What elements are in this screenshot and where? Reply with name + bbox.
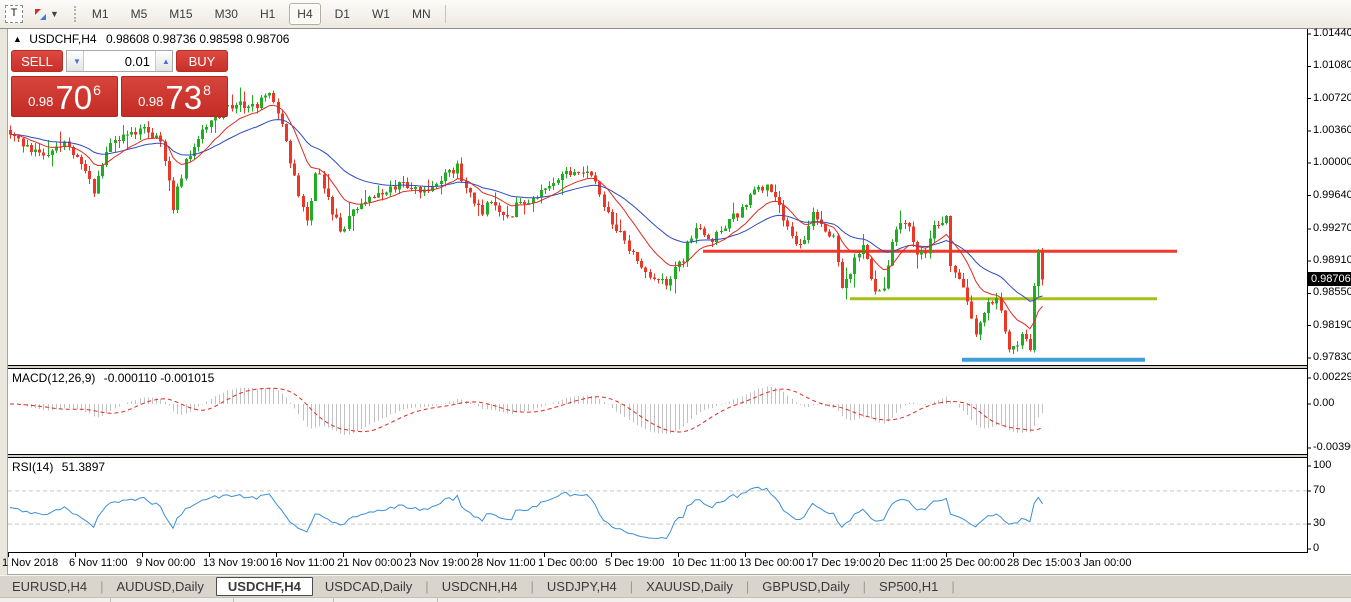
time-tick-label: 3 Jan 00:00 [1074,557,1132,569]
buy-price-sup: 8 [203,82,211,98]
arrows-icon [33,7,48,22]
chart-tab-usdcad-daily[interactable]: USDCAD,Daily [313,578,424,595]
price-tick-label: 1.01440 [1313,27,1351,39]
collapse-panel-icon[interactable]: ▲ [13,34,22,44]
chart-tab-usdcnh-h4[interactable]: USDCNH,H4 [430,578,530,595]
chart-tab-usdjpy-h4[interactable]: USDJPY,H4 [535,578,629,595]
time-tick-label: 1 Nov 2018 [2,557,58,569]
one-click-trade-panel: SELL ▼ ▲ BUY 0.98 70 6 0.98 73 8 [11,50,228,117]
time-tick-label: 1 Dec 00:00 [538,557,597,569]
rsi-header: RSI(14) 51.3897 [12,460,105,474]
time-tick-label: 16 Nov 11:00 [270,557,335,569]
timeframe-button-m15[interactable]: M15 [161,3,200,25]
toolbar-grip[interactable] [74,6,78,22]
chart-ohlc-values: 0.98608 0.98736 0.98598 0.98706 [106,32,290,46]
rsi-tick-label: 100 [1313,459,1331,471]
tab-separator: | [950,579,955,594]
rsi-tick-label: 30 [1313,517,1325,529]
timeframe-button-m5[interactable]: M5 [123,3,156,25]
timeframe-button-h4[interactable]: H4 [289,3,320,25]
chart-tab-bar: EURUSD,H4 | AUDUSD,DailyUSDCHF,H4USDCAD,Da… [0,575,1351,597]
price-tick-label: 1.00360 [1313,124,1351,136]
chart-symbol-title: USDCHF,H4 [29,32,96,46]
time-tick-label: 20 Dec 11:00 [873,557,938,569]
text-tool-button[interactable]: T [0,3,28,25]
dropdown-caret-icon: ▼ [50,9,59,19]
chart-tab-eurusd-h4[interactable]: EURUSD,H4 [0,578,99,595]
price-tick-label: 0.98190 [1313,319,1351,331]
price-tick-label: 0.97830 [1313,351,1351,363]
time-tick-label: 28 Dec 15:00 [1007,557,1072,569]
trade-panel-top-row: SELL ▼ ▲ BUY [11,50,228,72]
status-bar [0,597,1351,602]
time-tick-label: 28 Nov 11:00 [471,557,536,569]
chart-tab-sp500-h1[interactable]: SP500,H1 [867,578,950,595]
price-tick-label: 0.99270 [1313,222,1351,234]
timeframe-button-mn[interactable]: MN [404,3,439,25]
macd-tick-label: 0.002297 [1313,371,1351,383]
price-tick-label: 0.98550 [1313,286,1351,298]
mt5-window: T ▼ M1 M5M15 M30 H1 H4 D1 W1 MN ▲ USDCHF,H4 0.9… [0,0,1351,602]
sell-price-sup: 6 [93,82,101,98]
rsi-title: RSI(14) [12,460,53,474]
volume-control: ▼ ▲ [66,50,173,72]
buy-price-prefix: 0.98 [138,94,163,109]
time-tick-label: 17 Dec 19:00 [806,557,871,569]
time-tick-label: 25 Dec 00:00 [940,557,1005,569]
macd-values: -0.000110 -0.001015 [104,371,215,385]
toolbar: T ▼ M1 M5M15 M30 H1 H4 D1 W1 MN [0,0,1351,29]
timeframe-button-h1[interactable]: H1 [252,3,283,25]
macd-tick-label: -0.003904 [1313,441,1351,453]
time-tick-label: 21 Nov 00:00 [337,557,402,569]
current-price-badge: 0.98706 [1308,272,1351,286]
chart-tab-xauusd-daily[interactable]: XAUUSD,Daily [634,578,745,595]
volume-decrease-button[interactable]: ▼ [67,51,84,71]
price-tick-label: 0.99640 [1313,189,1351,201]
time-tick-label: 10 Dec 11:00 [672,557,737,569]
macd-header: MACD(12,26,9) -0.000110 -0.001015 [12,371,214,385]
rsi-tick-label: 0 [1313,542,1319,554]
time-tick-label: 9 Nov 00:00 [136,557,195,569]
sell-price-prefix: 0.98 [28,94,53,109]
rsi-tick-label: 70 [1313,484,1325,496]
timeframe-group: M1 M5M15 M30 H1 H4 D1 W1 MN [84,3,439,25]
time-tick-label: 13 Nov 19:00 [203,557,268,569]
chart-tab-audusd-daily[interactable]: AUDUSD,Daily [105,578,216,595]
sell-button[interactable]: SELL [11,50,63,72]
time-tick-label: 5 Dec 19:00 [605,557,664,569]
text-tool-icon: T [5,5,23,23]
timeframe-button-m30[interactable]: M30 [207,3,246,25]
timeframe-button-w1[interactable]: W1 [364,3,398,25]
time-tick-label: 6 Nov 11:00 [69,557,128,569]
chart-tab-usdchf-h4[interactable]: USDCHF,H4 [216,577,313,596]
toolbar-separator [445,5,446,23]
trade-panel-price-row: 0.98 70 6 0.98 73 8 [11,76,228,117]
sell-price-big: 70 [55,80,92,116]
sell-price-box[interactable]: 0.98 70 6 [11,76,118,117]
arrows-tool-button[interactable]: ▼ [28,3,64,25]
chart-tab-gbpusd-daily[interactable]: GBPUSD,Daily [750,578,861,595]
timeframe-button-m1[interactable]: M1 [84,3,117,25]
buy-price-box[interactable]: 0.98 73 8 [121,76,228,117]
price-tick-label: 1.00720 [1313,92,1351,104]
buy-price-big: 73 [165,80,202,116]
price-tick-label: 0.98910 [1313,254,1351,266]
macd-title: MACD(12,26,9) [12,371,95,385]
volume-increase-button[interactable]: ▲ [155,51,172,71]
timeframe-button-d1[interactable]: D1 [327,3,358,25]
buy-button[interactable]: BUY [176,50,228,72]
time-tick-label: 23 Nov 19:00 [404,557,469,569]
macd-tick-label: 0.00 [1313,397,1334,409]
volume-input[interactable] [84,51,155,71]
chart-header: ▲ USDCHF,H4 0.98608 0.98736 0.98598 0.98… [13,32,289,46]
time-tick-label: 13 Dec 00:00 [739,557,804,569]
price-tick-label: 1.01080 [1313,59,1351,71]
rsi-value: 51.3897 [62,460,105,474]
price-tick-label: 1.00000 [1313,156,1351,168]
